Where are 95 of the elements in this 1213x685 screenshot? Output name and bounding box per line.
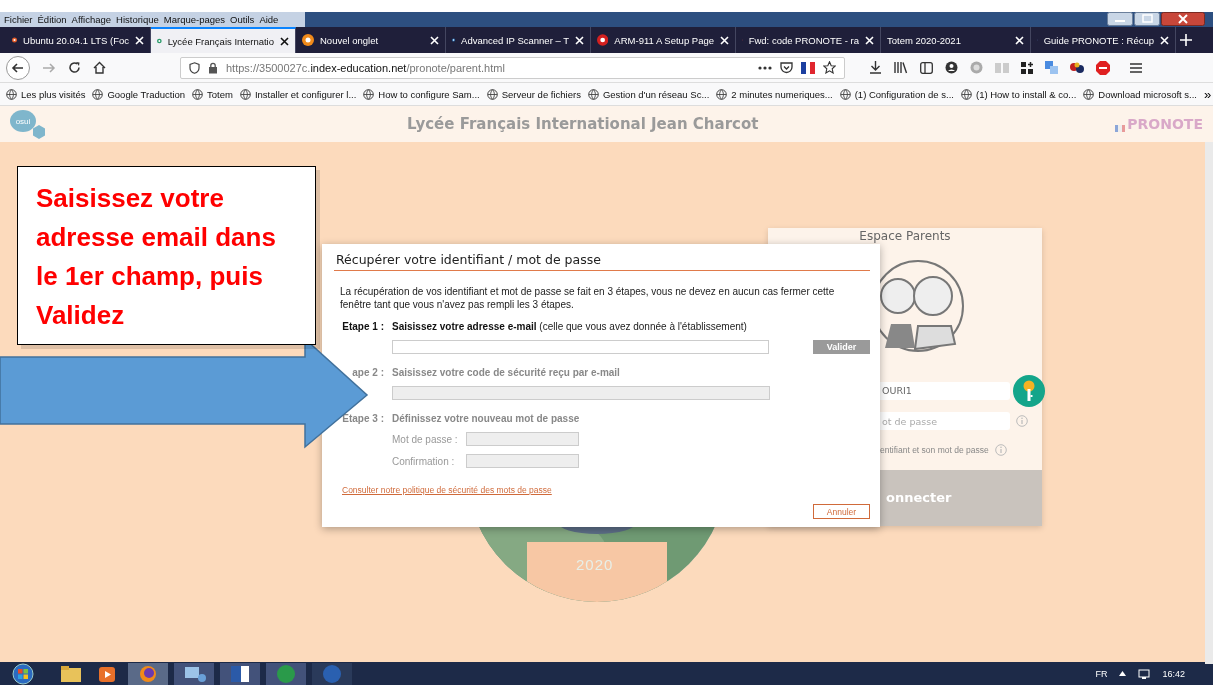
pocket-icon[interactable]: [780, 61, 793, 74]
step-label: Etape 1 :: [341, 321, 385, 332]
input-field[interactable]: [392, 340, 770, 354]
url-text: https://3500027c.index-education.net/pronote/parent.html: [226, 61, 505, 74]
card-title: Espace Parents: [858, 230, 952, 243]
field-label: Mot de passe :: [392, 433, 459, 445]
stop-sign-icon[interactable]: [1096, 60, 1110, 75]
logo-badge: osui: [10, 110, 36, 132]
globe-icon: [6, 88, 17, 100]
back-icon[interactable]: [6, 55, 30, 80]
restore-icon[interactable]: [1134, 12, 1160, 26]
language-indicator[interactable]: FR: [1095, 668, 1108, 679]
help-link[interactable]: entifiant et son mot de passe: [880, 445, 989, 455]
new-tab-icon[interactable]: [1180, 34, 1192, 46]
lock-icon: [208, 61, 218, 74]
menu-item[interactable]: Aide: [259, 14, 279, 25]
globe-icon: [1083, 88, 1095, 100]
bookmark-item[interactable]: Gestion d'un réseau Sc...: [587, 88, 710, 100]
tab-title: Fwd: code PRONOTE - ra: [748, 34, 859, 46]
step-label: ape 2 :: [351, 367, 385, 378]
menu-icon[interactable]: [1130, 62, 1142, 73]
balls-icon[interactable]: [1070, 61, 1084, 74]
minimize-icon[interactable]: [1107, 12, 1133, 26]
bookmark-item[interactable]: Installer et configurer l...: [239, 88, 357, 100]
address-bar[interactable]: https://3500027c.index-education.net/pronote/parent.html: [180, 56, 845, 79]
dialog-title: Récupérer votre identifiant / mot de passe: [334, 252, 870, 271]
field-label: Confirmation :: [392, 455, 456, 467]
tab-title: Advanced IP Scanner – T: [461, 34, 569, 46]
menu-item[interactable]: Marque-pages: [163, 14, 226, 25]
word-icon[interactable]: [220, 662, 260, 685]
hexagon-icon: [32, 125, 46, 139]
callout-box: Saisissez votre adresse email dans le 1er champ, puis Validez: [17, 166, 316, 345]
tab-title: Nouvel onglet: [320, 34, 380, 46]
overflow-chevron[interactable]: »: [1204, 86, 1212, 102]
menu-item[interactable]: Fichier: [4, 14, 33, 25]
tab-title: Guide PRONOTE : Récup: [1043, 34, 1154, 46]
step-instruction: Saisissez votre adresse e-mail (celle que vous avez donnée à l'établissement): [392, 321, 747, 332]
bookmark-item[interactable]: Totem: [192, 88, 233, 100]
bookmark-item[interactable]: Download microsoft s...: [1083, 88, 1197, 100]
reload-icon[interactable]: [68, 61, 81, 74]
brand-logo: PRONOTE: [1127, 116, 1203, 132]
menu-item[interactable]: Outils: [230, 14, 255, 25]
account-icon[interactable]: [945, 61, 958, 74]
globe-icon: [239, 88, 251, 100]
clock[interactable]: 16:42: [1162, 668, 1185, 679]
step-instruction: Définissez votre nouveau mot de passe: [392, 413, 580, 424]
globe-icon: [486, 88, 498, 100]
menu-item[interactable]: Affichage: [71, 14, 112, 25]
globe-icon: [587, 88, 599, 100]
bookmark-item[interactable]: 2 minutes numeriques...: [716, 88, 833, 100]
flag-icon[interactable]: [801, 61, 815, 74]
globe-icon: [192, 88, 204, 100]
tab-title: Totem 2020-2021: [887, 34, 962, 46]
more-icon[interactable]: [758, 65, 772, 70]
menu-item[interactable]: Historique: [116, 14, 159, 25]
browser-icon[interactable]: [128, 662, 168, 685]
globe-icon: [839, 88, 851, 100]
picture-caption: 2020: [576, 556, 614, 573]
globe-icon: [92, 88, 104, 100]
app-icon[interactable]: [266, 662, 306, 685]
globe-icon: [716, 88, 728, 100]
translate-icon[interactable]: [1045, 61, 1058, 74]
bookmark-item[interactable]: How to configure Sam...: [363, 88, 480, 100]
policy-link[interactable]: Consulter notre politique de sécurité des mots de passe: [342, 485, 552, 495]
close-icon[interactable]: [280, 36, 289, 46]
tab-title: Lycée Français Internatio: [167, 35, 274, 47]
tab-title: Ubuntu 20.04.1 LTS (Foc: [23, 34, 129, 46]
step-instruction: Saisissez votre code de sécurité reçu par e-mail: [392, 367, 620, 378]
bookmark-item[interactable]: Google Traduction: [92, 88, 186, 100]
flag-icon: [1115, 125, 1126, 132]
step-label: Etape 3 :: [341, 413, 385, 424]
close-icon[interactable]: [1161, 12, 1205, 26]
school-name: Lycée Français International Jean Charcot: [405, 115, 760, 133]
download-icon[interactable]: [869, 61, 882, 74]
bookmark-item[interactable]: Serveur de fichiers: [486, 88, 581, 100]
tab-title: ARM-911 A Setup Page: [614, 34, 714, 46]
cancel-button[interactable]: Annuler: [813, 504, 870, 519]
tray-arrow-icon[interactable]: [1119, 671, 1127, 676]
sidebar-icon[interactable]: [920, 61, 933, 74]
intro-text: La récupération de vos identifiant et mot de passe se fait en 3 étapes, vous ne devez en aucun cas fermer cette fenêtre tant que vous n'avez pas rempli les 3 étapes.: [340, 285, 836, 311]
network-icon[interactable]: [174, 662, 214, 685]
shield-icon: [189, 61, 200, 74]
library-icon[interactable]: [894, 61, 908, 74]
bookmark-item[interactable]: (1) Configuration de s...: [839, 88, 954, 100]
globe-icon: [363, 88, 375, 100]
browser-tab[interactable]: Lycée Français Internatio: [151, 27, 296, 53]
menu-item[interactable]: Édition: [37, 14, 67, 25]
home-icon[interactable]: [93, 61, 106, 74]
network-status-icon[interactable]: [1138, 667, 1151, 680]
bookmark-item[interactable]: (1) How to install & co...: [960, 88, 1077, 100]
bookmark-item[interactable]: Les plus visités: [6, 88, 86, 100]
star-icon[interactable]: [823, 61, 836, 74]
grid-icon[interactable]: [1021, 61, 1033, 74]
globe-icon: [960, 88, 972, 100]
key-button[interactable]: [1013, 375, 1045, 407]
